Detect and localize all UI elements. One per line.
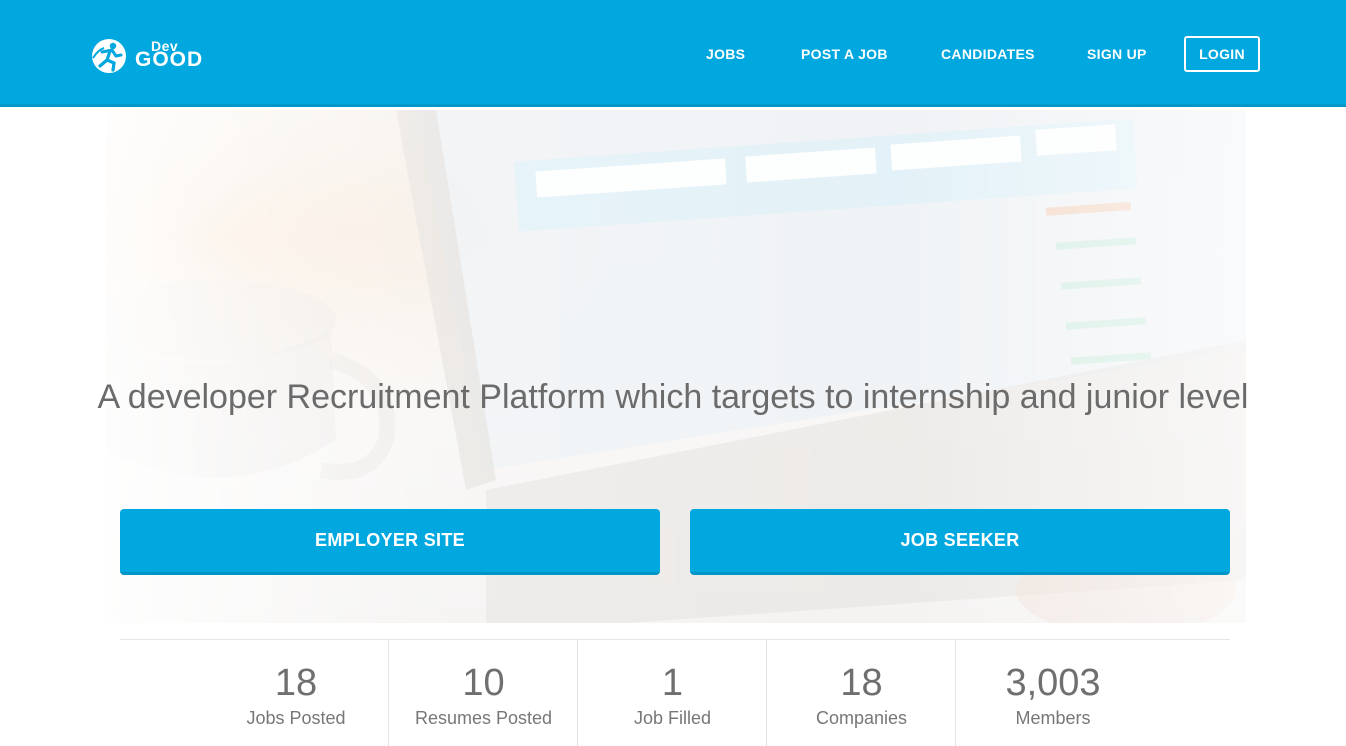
stat-job-filled: 1 Job Filled <box>578 640 767 746</box>
stat-label: Job Filled <box>633 708 712 728</box>
job-seeker-button[interactable]: JOB SEEKER <box>690 509 1230 575</box>
stat-value: 18 <box>274 662 318 704</box>
nav-sign-up[interactable]: SIGN UP <box>1087 46 1147 62</box>
nav-candidates[interactable]: CANDIDATES <box>941 46 1035 62</box>
stat-jobs-posted: 18 Jobs Posted <box>201 640 391 746</box>
stat-label: Resumes Posted <box>414 708 553 728</box>
stat-resumes-posted: 10 Resumes Posted <box>389 640 578 746</box>
site-logo[interactable]: Dev GOOD <box>90 36 202 76</box>
employer-site-button[interactable]: EMPLOYER SITE <box>120 509 660 575</box>
nav-post-a-job[interactable]: POST A JOB <box>801 46 888 62</box>
stat-label: Jobs Posted <box>246 708 346 728</box>
stat-label: Members <box>1015 708 1091 728</box>
stat-label: Companies <box>815 708 908 728</box>
stat-value: 3,003 <box>1005 662 1101 704</box>
hero-title: A developer Recruitment Platform which t… <box>97 378 1249 416</box>
runner-logo-icon <box>92 39 126 73</box>
nav-jobs[interactable]: JOBS <box>706 46 745 62</box>
logo-text-good: GOOD <box>135 48 204 71</box>
stat-value: 10 <box>462 662 505 704</box>
login-button[interactable]: LOGIN <box>1184 36 1260 72</box>
stat-value: 1 <box>661 662 684 704</box>
stat-value: 18 <box>840 662 883 704</box>
stat-companies: 18 Companies <box>767 640 956 746</box>
site-header: Dev GOOD JOBS POST A JOB CANDIDATES SIGN… <box>0 0 1346 107</box>
stat-members: 3,003 Members <box>956 640 1150 746</box>
